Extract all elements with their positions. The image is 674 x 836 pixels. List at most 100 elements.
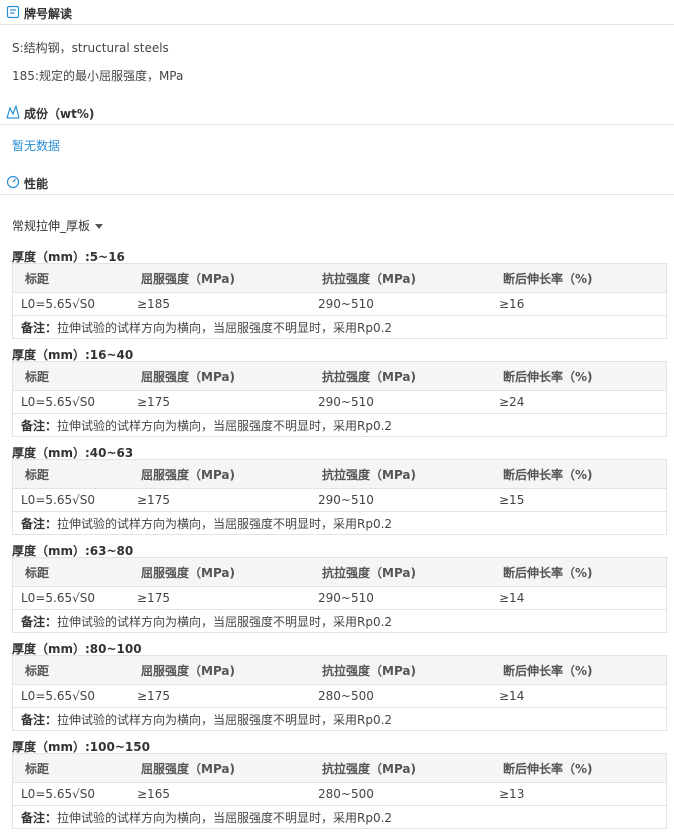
grade-line-2: 185:规定的最小屈服强度，MPa: [12, 69, 184, 83]
header-tensile-strength: 抗拉强度（MPa): [310, 459, 491, 489]
table-header-row: 标距 屈服强度（MPa) 抗拉强度（MPa) 断后伸长率（%): [12, 361, 667, 391]
note-row: 备注：拉伸试验的试样方向为横向，当屈服强度不明显时，采用Rp0.2: [12, 707, 667, 731]
cell-gauge-length: L0=5.65√S0: [12, 586, 129, 610]
note-cell: 备注：拉伸试验的试样方向为横向，当屈服强度不明显时，采用Rp0.2: [12, 707, 667, 731]
note-text: 拉伸试验的试样方向为横向，当屈服强度不明显时，采用Rp0.2: [57, 320, 393, 335]
header-gauge-length: 标距: [12, 361, 129, 391]
header-elongation: 断后伸长率（%): [491, 361, 667, 391]
header-yield-strength: 屈服强度（MPa): [129, 459, 310, 489]
header-elongation: 断后伸长率（%): [491, 753, 667, 783]
table-header-row: 标距 屈服强度（MPa) 抗拉强度（MPa) 断后伸长率（%): [12, 459, 667, 489]
note-row: 备注：拉伸试验的试样方向为横向，当屈服强度不明显时，采用Rp0.2: [12, 609, 667, 633]
note-label: 备注：: [21, 320, 58, 335]
note-label: 备注：: [21, 810, 58, 825]
cell-yield-strength: ≥175: [129, 488, 310, 512]
header-elongation: 断后伸长率（%): [491, 459, 667, 489]
header-yield-strength: 屈服强度（MPa): [129, 263, 310, 293]
header-gauge-length: 标距: [12, 263, 129, 293]
header-yield-strength: 屈服强度（MPa): [129, 753, 310, 783]
header-yield-strength: 屈服强度（MPa): [129, 655, 310, 685]
header-gauge-length: 标距: [12, 459, 129, 489]
note-text: 拉伸试验的试样方向为横向，当屈服强度不明显时，采用Rp0.2: [57, 418, 393, 433]
table-row: L0=5.65√S0 ≥175 290~510 ≥24: [12, 390, 667, 414]
note-row: 备注：拉伸试验的试样方向为横向，当屈服强度不明显时，采用Rp0.2: [12, 413, 667, 437]
note-cell: 备注：拉伸试验的试样方向为横向，当屈服强度不明显时，采用Rp0.2: [12, 413, 667, 437]
cell-gauge-length: L0=5.65√S0: [12, 684, 129, 708]
document-icon: [6, 5, 20, 19]
cell-tensile-strength: 280~500: [310, 684, 491, 708]
cell-tensile-strength: 290~510: [310, 488, 491, 512]
grade-line-1: S:结构钢，structural steels: [12, 41, 169, 55]
header-gauge-length: 标距: [12, 655, 129, 685]
table-row: L0=5.65√S0 ≥175 280~500 ≥14: [12, 684, 667, 708]
cell-elongation: ≥13: [491, 782, 667, 806]
header-tensile-strength: 抗拉强度（MPa): [310, 263, 491, 293]
cell-gauge-length: L0=5.65√S0: [12, 782, 129, 806]
test-type-dropdown-value: 常规拉伸_厚板: [12, 219, 91, 233]
grade-section-title: 牌号解读: [24, 7, 73, 21]
header-elongation: 断后伸长率（%): [491, 263, 667, 293]
table-row: L0=5.65√S0 ≥165 280~500 ≥13: [12, 782, 667, 806]
note-cell: 备注：拉伸试验的试样方向为横向，当屈服强度不明显时，采用Rp0.2: [12, 511, 667, 535]
property-table: 标距 屈服强度（MPa) 抗拉强度（MPa) 断后伸长率（%) L0=5.65√…: [12, 655, 667, 731]
cell-yield-strength: ≥175: [129, 684, 310, 708]
property-table: 标距 屈服强度（MPa) 抗拉强度（MPa) 断后伸长率（%) L0=5.65√…: [12, 753, 667, 829]
caret-down-icon: [95, 224, 104, 229]
property-table: 标距 屈服强度（MPa) 抗拉强度（MPa) 断后伸长率（%) L0=5.65√…: [12, 361, 667, 437]
cell-yield-strength: ≥165: [129, 782, 310, 806]
header-gauge-length: 标距: [12, 753, 129, 783]
cell-tensile-strength: 290~510: [310, 390, 491, 414]
table-row: L0=5.65√S0 ≥185 290~510 ≥16: [12, 292, 667, 316]
property-table: 标距 屈服强度（MPa) 抗拉强度（MPa) 断后伸长率（%) L0=5.65√…: [12, 459, 667, 535]
header-tensile-strength: 抗拉强度（MPa): [310, 361, 491, 391]
cell-elongation: ≥14: [491, 684, 667, 708]
note-text: 拉伸试验的试样方向为横向，当屈服强度不明显时，采用Rp0.2: [57, 516, 393, 531]
performance-section-header: 性能: [0, 170, 674, 195]
cell-yield-strength: ≥175: [129, 390, 310, 414]
table-header-row: 标距 屈服强度（MPa) 抗拉强度（MPa) 断后伸长率（%): [12, 655, 667, 685]
chart-icon: [6, 103, 20, 119]
table-header-row: 标距 屈服强度（MPa) 抗拉强度（MPa) 断后伸长率（%): [12, 753, 667, 783]
cell-tensile-strength: 280~500: [310, 782, 491, 806]
cell-elongation: ≥14: [491, 586, 667, 610]
test-type-dropdown[interactable]: 常规拉伸_厚板: [12, 217, 104, 234]
header-yield-strength: 屈服强度（MPa): [129, 361, 310, 391]
note-label: 备注：: [21, 712, 58, 727]
header-yield-strength: 屈服强度（MPa): [129, 557, 310, 587]
cell-gauge-length: L0=5.65√S0: [12, 292, 129, 316]
note-cell: 备注：拉伸试验的试样方向为横向，当屈服强度不明显时，采用Rp0.2: [12, 805, 667, 829]
table-header-row: 标距 屈服强度（MPa) 抗拉强度（MPa) 断后伸长率（%): [12, 263, 667, 293]
header-tensile-strength: 抗拉强度（MPa): [310, 753, 491, 783]
note-label: 备注：: [21, 516, 58, 531]
gauge-icon: [6, 175, 20, 189]
cell-gauge-length: L0=5.65√S0: [12, 488, 129, 512]
cell-yield-strength: ≥185: [129, 292, 310, 316]
composition-section-header: 成份（wt%): [0, 100, 674, 125]
cell-elongation: ≥15: [491, 488, 667, 512]
cell-tensile-strength: 290~510: [310, 586, 491, 610]
note-cell: 备注：拉伸试验的试样方向为横向，当屈服强度不明显时，采用Rp0.2: [12, 609, 667, 633]
table-row: L0=5.65√S0 ≥175 290~510 ≥14: [12, 586, 667, 610]
header-elongation: 断后伸长率（%): [491, 655, 667, 685]
note-text: 拉伸试验的试样方向为横向，当屈服强度不明显时，采用Rp0.2: [57, 810, 393, 825]
table-header-row: 标距 屈服强度（MPa) 抗拉强度（MPa) 断后伸长率（%): [12, 557, 667, 587]
note-text: 拉伸试验的试样方向为横向，当屈服强度不明显时，采用Rp0.2: [57, 712, 393, 727]
note-label: 备注：: [21, 418, 58, 433]
cell-gauge-length: L0=5.65√S0: [12, 390, 129, 414]
table-row: L0=5.65√S0 ≥175 290~510 ≥15: [12, 488, 667, 512]
composition-section-title: 成份（wt%): [24, 107, 95, 121]
header-tensile-strength: 抗拉强度（MPa): [310, 655, 491, 685]
grade-section-header: 牌号解读: [0, 0, 674, 25]
cell-yield-strength: ≥175: [129, 586, 310, 610]
cell-elongation: ≥16: [491, 292, 667, 316]
header-elongation: 断后伸长率（%): [491, 557, 667, 587]
note-row: 备注：拉伸试验的试样方向为横向，当屈服强度不明显时，采用Rp0.2: [12, 511, 667, 535]
cell-elongation: ≥24: [491, 390, 667, 414]
performance-section-title: 性能: [24, 177, 49, 191]
no-data-text: 暂无数据: [12, 139, 61, 153]
header-gauge-length: 标距: [12, 557, 129, 587]
property-table: 标距 屈服强度（MPa) 抗拉强度（MPa) 断后伸长率（%) L0=5.65√…: [12, 263, 667, 339]
note-row: 备注：拉伸试验的试样方向为横向，当屈服强度不明显时，采用Rp0.2: [12, 805, 667, 829]
property-table: 标距 屈服强度（MPa) 抗拉强度（MPa) 断后伸长率（%) L0=5.65√…: [12, 557, 667, 633]
cell-tensile-strength: 290~510: [310, 292, 491, 316]
